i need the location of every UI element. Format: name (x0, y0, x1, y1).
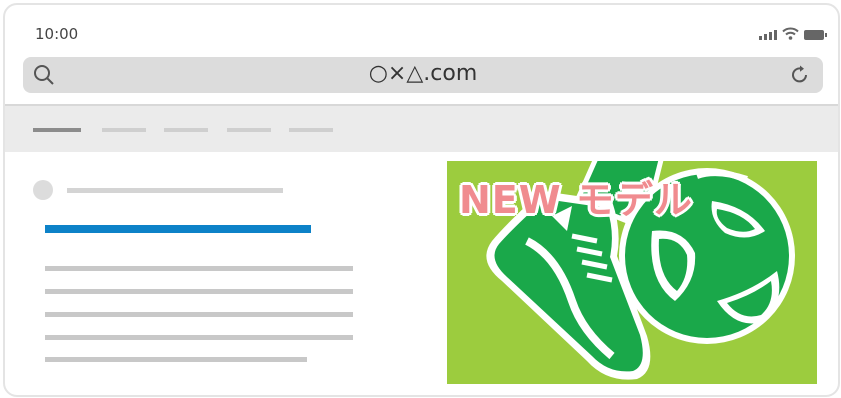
nav-bar (5, 106, 838, 152)
avatar (33, 180, 53, 200)
phone-frame: 10:00 ○×△.com NEW モデル (3, 3, 840, 397)
status-time: 10:00 (35, 25, 79, 43)
text-line (45, 266, 353, 271)
nav-item-active[interactable] (33, 128, 81, 132)
article-title-bar[interactable] (45, 225, 311, 233)
nav-item[interactable] (289, 128, 333, 132)
reload-icon[interactable] (789, 64, 811, 86)
text-line (45, 312, 353, 317)
ad-banner[interactable]: NEW モデル (447, 161, 817, 384)
address-bar[interactable]: ○×△.com (23, 57, 823, 93)
nav-item[interactable] (227, 128, 271, 132)
nav-item[interactable] (102, 128, 146, 132)
url-text[interactable]: ○×△.com (23, 61, 823, 86)
text-line (45, 335, 353, 340)
text-line (45, 357, 307, 362)
author-placeholder-line (67, 188, 283, 193)
signal-icon (759, 30, 777, 40)
page-content: NEW モデル (5, 152, 838, 395)
status-icons (759, 27, 827, 40)
battery-icon (804, 30, 827, 40)
text-line (45, 289, 353, 294)
ad-headline: NEW モデル (459, 178, 693, 222)
wifi-icon (782, 27, 799, 40)
nav-item[interactable] (164, 128, 208, 132)
